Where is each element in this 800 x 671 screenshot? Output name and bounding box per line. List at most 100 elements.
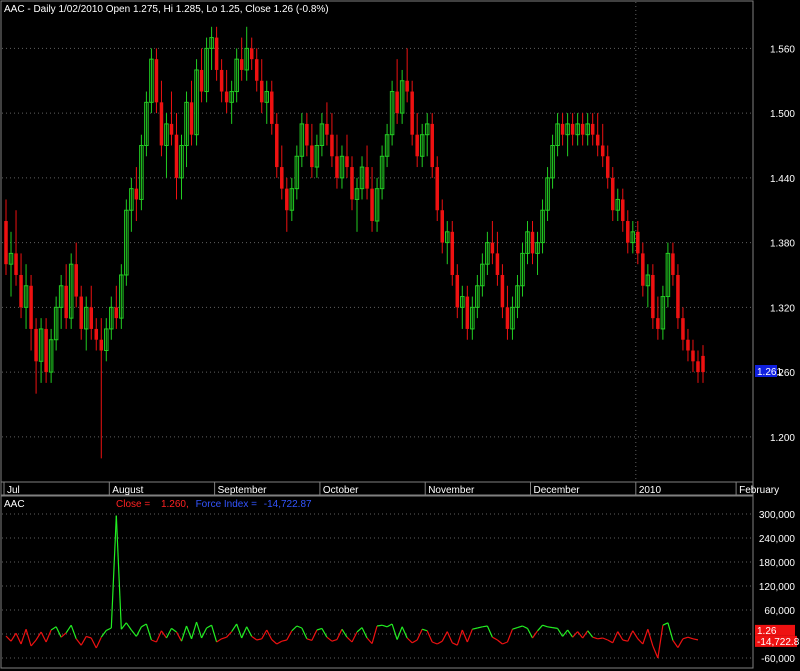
close-legend-value: 1.260, (161, 499, 189, 510)
candle-body-down (325, 123, 329, 135)
candle-body-down (580, 123, 585, 135)
candle-body-down (490, 242, 495, 254)
candle-body-down (99, 339, 104, 351)
candle-body-down (686, 339, 690, 351)
candle-body-down (691, 350, 695, 362)
force-y-tick-label: 300,000 (759, 510, 796, 521)
candle-body-down (600, 145, 605, 157)
candle-body-down (430, 123, 434, 168)
candle-body-down (350, 167, 354, 200)
month-label: 2010 (639, 485, 662, 496)
candle-body-down (570, 123, 575, 135)
candle-body-down (29, 285, 33, 329)
price-header: AAC - Daily 1/02/2010 Open 1.275, Hi 1.2… (4, 4, 329, 15)
candle-body-down (89, 307, 93, 329)
candle-body-down (239, 59, 244, 70)
candle-body-down (676, 274, 680, 319)
force-legend-value: -14,722.87 (264, 499, 312, 510)
last-price-label: 1.261 (757, 367, 782, 378)
force-segment (376, 624, 383, 627)
close-legend-label: Close = (116, 499, 150, 510)
candle-body-down (275, 123, 279, 168)
candle-body-down (415, 134, 419, 157)
price-y-tick-label: 1.440 (770, 174, 795, 185)
candle-body-down (590, 123, 595, 135)
candle-body-down (74, 264, 78, 297)
candle-body-down (254, 59, 259, 81)
candle-body-down (560, 123, 565, 135)
candle-body-down (595, 134, 600, 146)
candle-body-down (219, 69, 224, 92)
force-segment (482, 625, 488, 628)
candle-body-down (671, 253, 675, 275)
candle-body-down (199, 69, 204, 92)
candle-body-down (134, 188, 139, 200)
force-y-tick-label: 240,000 (759, 534, 796, 545)
candle-body-down (610, 177, 615, 211)
price-y-tick-label: 1.380 (770, 239, 795, 250)
candle-body-down (626, 221, 630, 243)
candle-body-down (114, 307, 119, 319)
force-panel-title: AAC (4, 499, 25, 510)
candle-body-down (696, 361, 700, 373)
candle-body-down (34, 328, 38, 362)
candle-body-down (495, 253, 500, 275)
price-y-tick-label: 1.320 (770, 303, 795, 314)
candle-body-down (440, 210, 445, 243)
price-y-tick-label: 1.200 (770, 433, 795, 444)
price-y-tick-label: 1.560 (770, 44, 795, 55)
candle-body-down (224, 91, 229, 103)
candle-body-down (395, 91, 399, 114)
candle-body-down (249, 48, 254, 60)
force-y-tick-label: 60,000 (764, 606, 795, 617)
close-marker-label: 1.26 (757, 626, 777, 637)
candle-body-down (465, 296, 470, 329)
candle-body-down (305, 123, 309, 146)
price-y-tick-label: 1.500 (770, 109, 795, 120)
candle-body-down (14, 253, 18, 275)
candle-body-down (621, 199, 625, 222)
candle-body-down (159, 102, 164, 146)
candle-body-down (651, 274, 655, 319)
candle-body-down (79, 296, 83, 329)
force-marker-label: -14,722.8 (757, 637, 800, 648)
candle-body-down (189, 102, 194, 135)
force-markers: 1.26-14,722.8 (755, 624, 800, 648)
candle-body-down (4, 221, 8, 265)
month-label: February (739, 485, 779, 496)
candle-body-down (455, 274, 460, 308)
candle-body-down (636, 231, 640, 254)
candle-body-down (365, 167, 369, 189)
force-segment (547, 626, 553, 629)
candle-body-down (310, 145, 314, 168)
last-price-marker: 1.261 (755, 365, 782, 378)
month-label: August (112, 485, 143, 496)
force-y-tick-label: -60,000 (761, 654, 795, 665)
candle-body-down (701, 355, 705, 373)
candle-body-down (94, 328, 99, 340)
candle-body-down (405, 80, 409, 92)
chart-canvas: AAC - Daily 1/02/2010 Open 1.275, Hi 1.2… (0, 0, 800, 671)
candle-body-down (270, 91, 274, 124)
candle-body-down (410, 91, 414, 135)
candle-body-down (335, 156, 339, 178)
month-label: November (428, 485, 475, 496)
month-label: October (323, 485, 359, 496)
candle-body-down (169, 123, 174, 135)
force-y-tick-label: 120,000 (759, 582, 796, 593)
candle-body-down (656, 318, 660, 329)
force-legend-label: Force Index = (196, 499, 258, 510)
candle-body-down (450, 231, 455, 275)
candle-body-down (641, 253, 645, 286)
month-label: December (534, 485, 581, 496)
candle-body-down (681, 318, 685, 340)
candle-body-down (330, 134, 334, 157)
candle-body-down (280, 167, 284, 189)
candle-body-down (285, 188, 289, 211)
candle-body-down (345, 156, 349, 168)
candle-body-down (154, 59, 159, 103)
candle-body-down (500, 274, 505, 308)
candle-body-down (214, 37, 219, 70)
candle-body-down (44, 328, 48, 373)
month-label: Jul (7, 485, 20, 496)
